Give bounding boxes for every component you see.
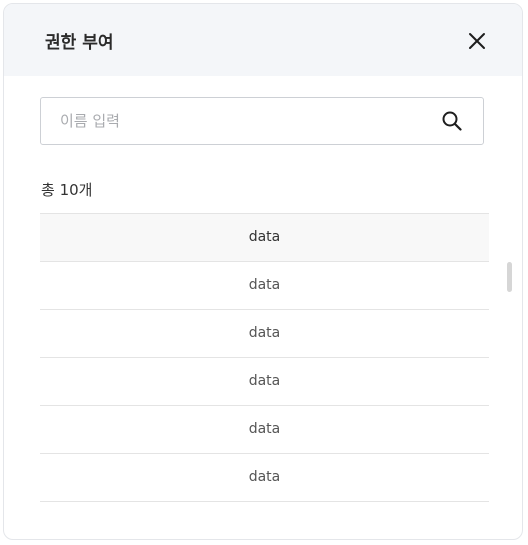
close-button[interactable] [464, 28, 490, 54]
grant-permission-dialog: 권한 부여 총 10개 data data data data data dat… [3, 3, 523, 540]
table-row[interactable]: data [40, 358, 489, 406]
table-row[interactable]: data [40, 454, 489, 502]
data-table: data data data data data data [40, 213, 489, 502]
scrollbar-thumb[interactable] [507, 262, 512, 292]
search-button[interactable] [439, 108, 465, 134]
dialog-header: 권한 부여 [4, 4, 522, 76]
search-box [40, 97, 484, 145]
close-icon [469, 33, 485, 49]
search-input[interactable] [41, 98, 431, 144]
table-row[interactable]: data [40, 310, 489, 358]
search-icon [442, 111, 462, 131]
table-row[interactable]: data [40, 406, 489, 454]
table-header: data [40, 213, 489, 262]
table-row[interactable]: data [40, 262, 489, 310]
total-count: 총 10개 [41, 181, 93, 199]
dialog-title: 권한 부여 [45, 33, 114, 53]
